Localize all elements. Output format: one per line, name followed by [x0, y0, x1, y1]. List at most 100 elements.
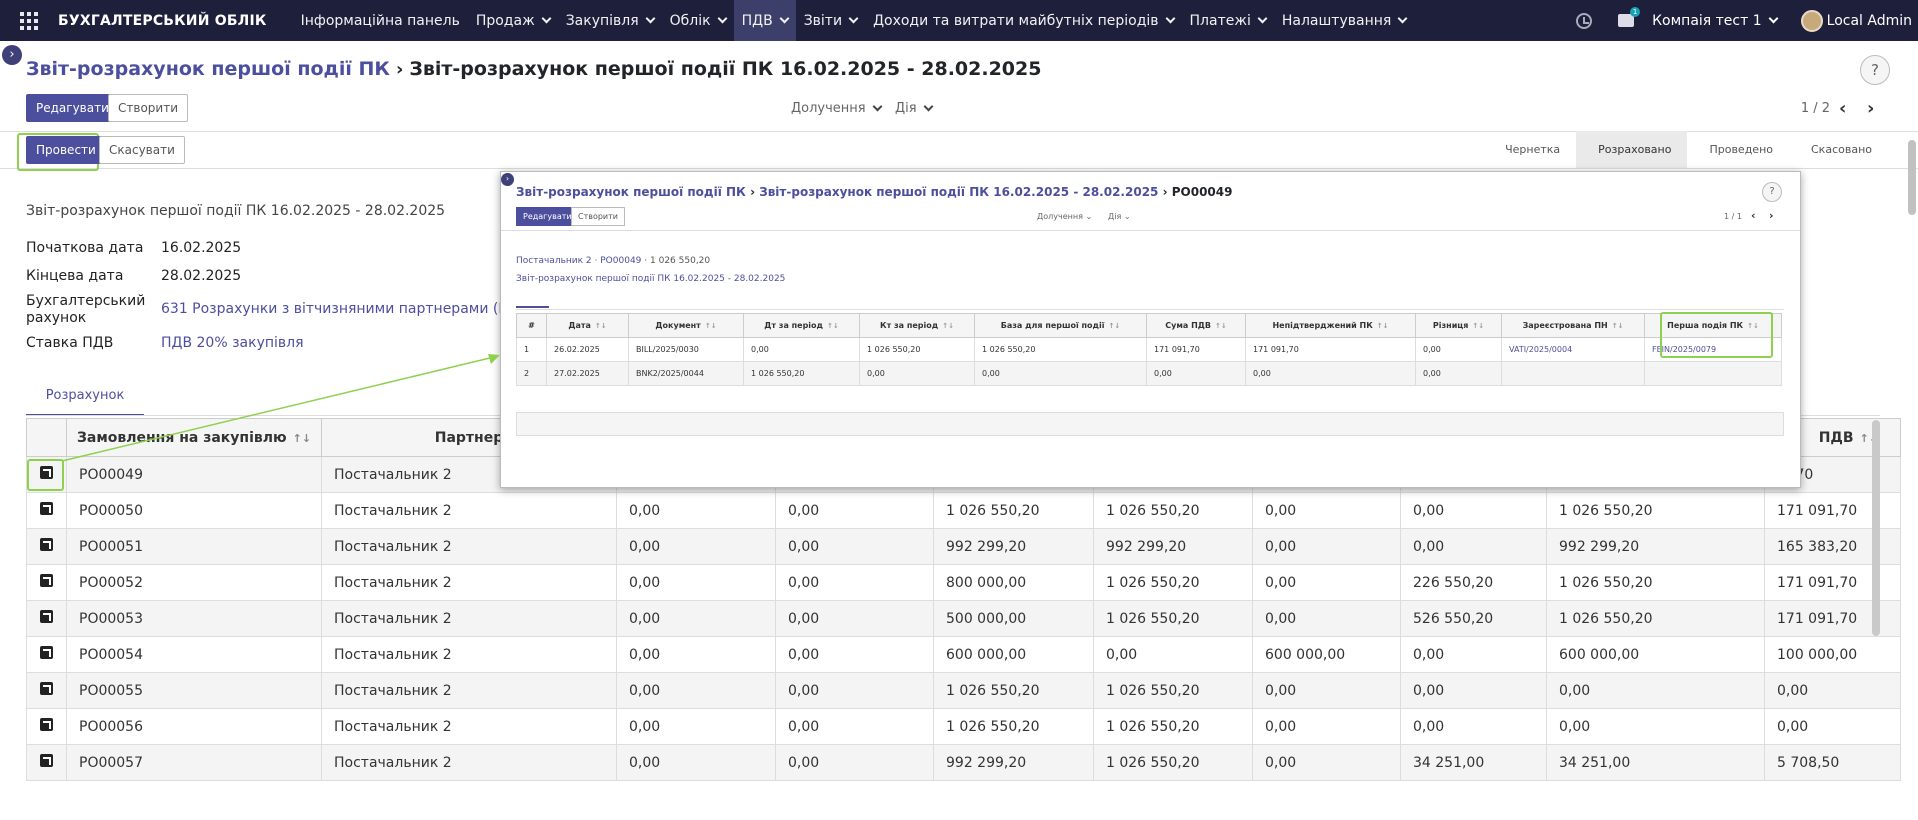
attachments-dropdown[interactable]: Долучення: [791, 101, 883, 116]
popup-column-header[interactable]: База для першої події ↑↓: [974, 313, 1147, 338]
stage-cancelled[interactable]: Скасовано: [1789, 131, 1888, 168]
row-open-cell[interactable]: [26, 672, 67, 709]
popup-action-dropdown[interactable]: Дія ⌄: [1108, 212, 1131, 221]
tab-calculation[interactable]: Розрахунок: [26, 376, 144, 416]
column-header-order[interactable]: Замовлення на закупівлю ↑↓: [66, 418, 322, 457]
popup-table-cell[interactable]: VATI/2025/0004: [1501, 337, 1645, 362]
action-dropdown[interactable]: Дія: [895, 101, 934, 116]
sort-icon[interactable]: ↑↓: [1472, 322, 1484, 330]
pager-prev-icon[interactable]: ‹: [1839, 98, 1846, 119]
menu-item-purchase[interactable]: Закупівля: [558, 0, 662, 41]
popup-table-cell[interactable]: [1644, 361, 1782, 386]
app-brand[interactable]: БУХГАЛТЕРСЬКИЙ ОБЛІК: [58, 13, 267, 29]
collapse-arrow-icon[interactable]: ›: [501, 173, 514, 186]
popup-pager-value[interactable]: 1 / 1: [1724, 212, 1742, 221]
stage-posted[interactable]: Проведено: [1687, 131, 1789, 168]
popup-column-header[interactable]: Сума ПДВ ↑↓: [1146, 313, 1246, 338]
menu-item-sales[interactable]: Продаж: [468, 0, 558, 41]
open-record-icon[interactable]: [40, 574, 53, 587]
popup-report-link[interactable]: Звіт-розрахунок першої події ПК 16.02.20…: [516, 274, 785, 284]
pager-value[interactable]: 1 / 2: [1801, 101, 1830, 116]
menu-item-accounting[interactable]: Облік: [662, 0, 734, 41]
popup-table-row[interactable]: 1 26.02.2025 BILL/2025/0030 0,00 1 026 550,2…: [516, 337, 1782, 362]
sort-icon[interactable]: ↑↓: [1109, 322, 1121, 330]
row-open-cell[interactable]: [26, 564, 67, 601]
table-row[interactable]: PO00054 Постачальник 2 0,00 0,00 600 000,00 0…: [26, 636, 1901, 673]
sort-icon[interactable]: ↑↓: [705, 322, 717, 330]
popup-column-header[interactable]: Різниця ↑↓: [1415, 313, 1502, 338]
vat-rate-value[interactable]: ПДВ 20% закупівля: [161, 335, 304, 351]
open-record-icon[interactable]: [40, 646, 53, 659]
activity-clock-icon[interactable]: [1576, 12, 1593, 29]
popup-attachments-dropdown[interactable]: Долучення ⌄: [1037, 212, 1092, 221]
popup-column-header[interactable]: Документ ↑↓: [628, 313, 744, 338]
company-switcher[interactable]: Компаія тест 1: [1652, 13, 1779, 29]
open-record-icon[interactable]: [40, 754, 53, 767]
open-record-icon[interactable]: [40, 682, 53, 695]
popup-tab[interactable]: [516, 306, 549, 308]
menu-item-settings[interactable]: Налаштування: [1274, 0, 1414, 41]
help-button[interactable]: ?: [1860, 55, 1890, 85]
confirm-button[interactable]: Провести: [26, 136, 106, 164]
stage-draft[interactable]: Чернетка: [1483, 131, 1576, 168]
menu-item-deferred[interactable]: Доходи та витрати майбутніх періодів: [865, 0, 1181, 41]
table-row[interactable]: PO00057 Постачальник 2 0,00 0,00 992 299,20 1…: [26, 744, 1901, 781]
table-row[interactable]: PO00053 Постачальник 2 0,00 0,00 500 000,00 1…: [26, 600, 1901, 637]
open-record-icon[interactable]: [40, 718, 53, 731]
popup-column-header[interactable]: Кт за період ↑↓: [859, 313, 975, 338]
popup-partner[interactable]: Постачальник 2: [516, 256, 592, 266]
sort-icon[interactable]: ↑↓: [1612, 322, 1624, 330]
popup-table-cell[interactable]: [1501, 361, 1645, 386]
row-open-cell[interactable]: [26, 600, 67, 637]
page-scrollbar[interactable]: [1908, 140, 1916, 215]
table-row[interactable]: PO00056 Постачальник 2 0,00 0,00 1 026 550,2…: [26, 708, 1901, 745]
popup-column-header[interactable]: Непідтверджений ПК ↑↓: [1245, 313, 1416, 338]
edit-button[interactable]: Редагувати: [26, 94, 119, 122]
popup-order[interactable]: PO00049: [600, 256, 641, 266]
open-record-icon[interactable]: [40, 502, 53, 515]
breadcrumb-parent[interactable]: Звіт-розрахунок першої події ПК: [26, 58, 390, 80]
table-row[interactable]: PO00050 Постачальник 2 0,00 0,00 1 026 550,2…: [26, 492, 1901, 529]
menu-item-dashboard[interactable]: Інформаційна панель: [293, 0, 468, 41]
sort-icon[interactable]: ↑↓: [942, 322, 954, 330]
open-record-icon[interactable]: [40, 538, 53, 551]
row-open-cell[interactable]: [26, 744, 67, 781]
table-row[interactable]: PO00052 Постачальник 2 0,00 0,00 800 000,00 1…: [26, 564, 1901, 601]
pager-next-icon[interactable]: ›: [1867, 98, 1874, 119]
stage-calculated[interactable]: Розраховано: [1576, 131, 1688, 168]
popup-breadcrumb-1[interactable]: Звіт-розрахунок першої події ПК: [516, 185, 746, 199]
table-scrollbar[interactable]: [1872, 420, 1880, 636]
row-open-cell[interactable]: [26, 492, 67, 529]
menu-item-vat[interactable]: ПДВ: [733, 0, 796, 41]
user-name[interactable]: Local Admin: [1827, 13, 1912, 29]
menu-item-payments[interactable]: Платежі: [1182, 0, 1274, 41]
popup-column-header[interactable]: Дт за період ↑↓: [743, 313, 860, 338]
sort-icon[interactable]: ↑↓: [1215, 322, 1227, 330]
collapse-arrow-icon[interactable]: ›: [2, 45, 22, 65]
menu-item-reports[interactable]: Звіти: [796, 0, 865, 41]
sort-icon[interactable]: ↑↓: [1377, 322, 1389, 330]
sort-icon[interactable]: ↑↓: [827, 322, 839, 330]
popup-column-header[interactable]: #: [516, 313, 547, 338]
popup-column-header[interactable]: Зареєстрована ПН ↑↓: [1501, 313, 1645, 338]
popup-table-row[interactable]: 2 27.02.2025 BNK2/2025/0044 1 026 550,20 0,0…: [516, 361, 1782, 386]
popup-pager-next-icon[interactable]: ›: [1769, 209, 1774, 222]
popup-column-header[interactable]: Дата ↑↓: [546, 313, 629, 338]
apps-grid-icon[interactable]: [20, 11, 38, 30]
row-open-cell[interactable]: [26, 708, 67, 745]
avatar[interactable]: [1800, 9, 1823, 32]
table-row[interactable]: PO00051 Постачальник 2 0,00 0,00 992 299,20 9…: [26, 528, 1901, 565]
popup-create-button[interactable]: Створити: [571, 207, 625, 226]
cancel-button[interactable]: Скасувати: [99, 136, 185, 164]
popup-breadcrumb-2[interactable]: Звіт-розрахунок першої події ПК 16.02.20…: [759, 185, 1158, 199]
create-button[interactable]: Створити: [108, 94, 188, 122]
open-record-icon[interactable]: [40, 610, 53, 623]
popup-pager-prev-icon[interactable]: ‹: [1751, 209, 1756, 222]
row-open-cell[interactable]: [26, 528, 67, 565]
popup-help-button[interactable]: ?: [1762, 182, 1782, 202]
row-open-cell[interactable]: [26, 636, 67, 673]
table-row[interactable]: PO00055 Постачальник 2 0,00 0,00 1 026 550,2…: [26, 672, 1901, 709]
sort-icon[interactable]: ↑↓: [595, 322, 607, 330]
popup-edit-button[interactable]: Редагувати: [516, 207, 579, 226]
sort-icon[interactable]: ↑↓: [293, 432, 311, 445]
